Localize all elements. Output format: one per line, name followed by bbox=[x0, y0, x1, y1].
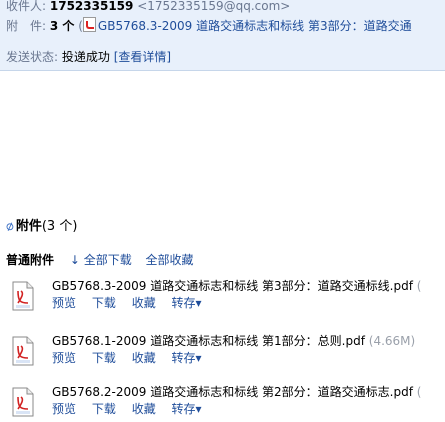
attachment-name[interactable]: GB5768.2-2009 道路交通标志和标线 第2部分：道路交通标志.pdf … bbox=[52, 383, 421, 400]
send-status-row: 发送状态: 投递成功 [查看详情] bbox=[6, 48, 171, 65]
recipient-label: 收件人: bbox=[6, 0, 47, 13]
attachment-count: 3 个 bbox=[49, 19, 75, 33]
attachment-filename[interactable]: GB5768.3-2009 道路交通标志和标线 第3部分：道路交通标线.pdf bbox=[52, 279, 413, 293]
attachment-filename[interactable]: GB5768.2-2009 道路交通标志和标线 第2部分：道路交通标志.pdf bbox=[52, 385, 413, 399]
recipient-name[interactable]: 1752335159 bbox=[50, 0, 134, 13]
preview-button[interactable]: 预览 bbox=[52, 296, 76, 310]
preview-button[interactable]: 预览 bbox=[52, 402, 76, 416]
attachment-item: GB5768.3-2009 道路交通标志和标线 第3部分：道路交通标线.pdf … bbox=[8, 277, 445, 315]
attachment-name[interactable]: GB5768.1-2009 道路交通标志和标线 第1部分：总则.pdf (4.6… bbox=[52, 332, 415, 349]
pdf-icon bbox=[82, 17, 96, 32]
pdf-file-icon bbox=[12, 281, 34, 311]
attachment-item: GB5768.1-2009 道路交通标志和标线 第1部分：总则.pdf (4.6… bbox=[8, 332, 445, 370]
attachment-size: ( bbox=[416, 279, 422, 293]
attachment-size: ( bbox=[416, 385, 422, 399]
preview-button[interactable]: 预览 bbox=[52, 351, 76, 365]
attachment-name[interactable]: GB5768.3-2009 道路交通标志和标线 第3部分：道路交通标线.pdf … bbox=[52, 277, 421, 294]
pdf-file-icon bbox=[12, 336, 34, 366]
attachment-size: (4.66M) bbox=[368, 334, 416, 348]
mail-header: 收件人: 1752335159 <1752335159@qq.com> 附 件:… bbox=[0, 0, 445, 71]
recipient-email: <1752335159@qq.com> bbox=[137, 0, 291, 13]
attachment-first-link[interactable]: GB5768.3-2009 道路交通标志和标线 第3部分：道路交通 bbox=[98, 19, 412, 33]
attachment-actions: 预览 下载 收藏 转存▾ bbox=[52, 400, 214, 417]
attachments-count: (3 个) bbox=[41, 219, 78, 234]
attachment-row: 附 件: 3 个 (GB5768.3-2009 道路交通标志和标线 第3部分：道… bbox=[6, 17, 412, 34]
recipient-row: 收件人: 1752335159 <1752335159@qq.com> bbox=[6, 0, 290, 14]
attachment-toolbar: 普通附件 ↓ 全部下载 全部收藏 bbox=[6, 251, 204, 268]
pdf-file-icon bbox=[12, 387, 34, 417]
transfer-dropdown[interactable]: 转存▾ bbox=[172, 296, 202, 310]
download-button[interactable]: 下载 bbox=[92, 351, 116, 365]
transfer-dropdown[interactable]: 转存▾ bbox=[172, 402, 202, 416]
attachment-actions: 预览 下载 收藏 转存▾ bbox=[52, 349, 214, 366]
save-all-button[interactable]: 全部收藏 bbox=[146, 253, 194, 267]
favorite-button[interactable]: 收藏 bbox=[132, 402, 156, 416]
send-status-value: 投递成功 bbox=[61, 50, 110, 64]
favorite-button[interactable]: 收藏 bbox=[132, 296, 156, 310]
favorite-button[interactable]: 收藏 bbox=[132, 351, 156, 365]
view-detail-link[interactable]: [查看详情] bbox=[114, 50, 171, 64]
attachment-label: 附 件: bbox=[6, 19, 47, 33]
attachment-actions: 预览 下载 收藏 转存▾ bbox=[52, 294, 214, 311]
attachment-filename[interactable]: GB5768.1-2009 道路交通标志和标线 第1部分：总则.pdf bbox=[52, 334, 365, 348]
tab-normal-attachments[interactable]: 普通附件 bbox=[6, 253, 54, 267]
send-status-label: 发送状态: bbox=[6, 50, 59, 64]
attachments-title: 附件 bbox=[15, 219, 42, 234]
transfer-dropdown[interactable]: 转存▾ bbox=[172, 351, 202, 365]
download-all-button[interactable]: ↓ 全部下载 bbox=[70, 253, 132, 267]
download-button[interactable]: 下载 bbox=[92, 296, 116, 310]
attachment-item: GB5768.2-2009 道路交通标志和标线 第2部分：道路交通标志.pdf … bbox=[8, 383, 445, 421]
attachments-section-title: ⌀附件(3 个) bbox=[3, 215, 78, 235]
paperclip-icon: ⌀ bbox=[3, 218, 17, 235]
download-button[interactable]: 下载 bbox=[92, 402, 116, 416]
